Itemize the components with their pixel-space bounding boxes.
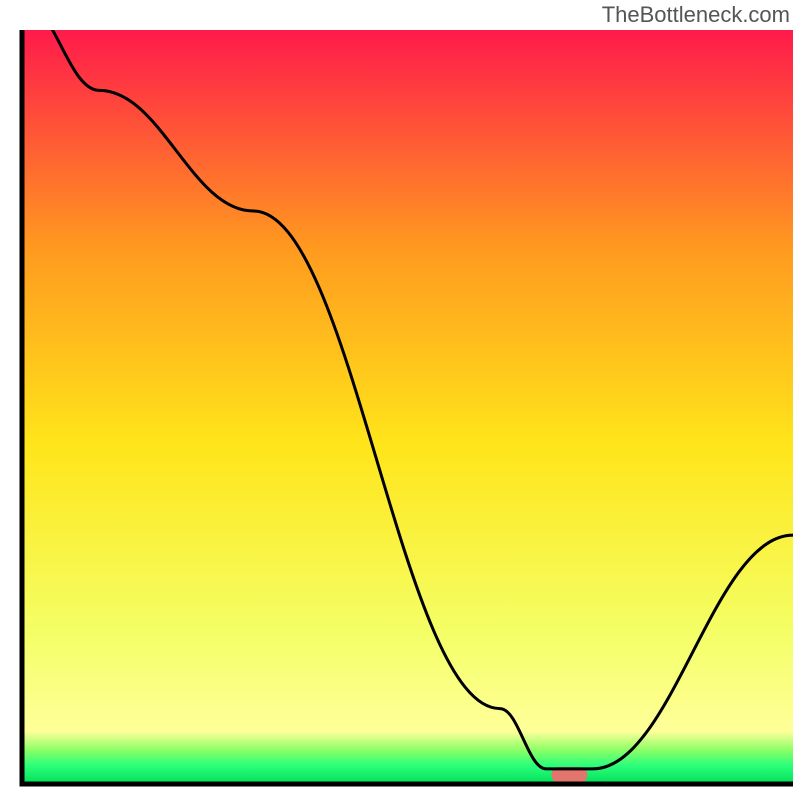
chart-svg bbox=[0, 0, 800, 800]
gradient-background bbox=[22, 30, 793, 784]
attribution-text: TheBottleneck.com bbox=[602, 2, 790, 28]
chart-frame: TheBottleneck.com bbox=[0, 0, 800, 800]
